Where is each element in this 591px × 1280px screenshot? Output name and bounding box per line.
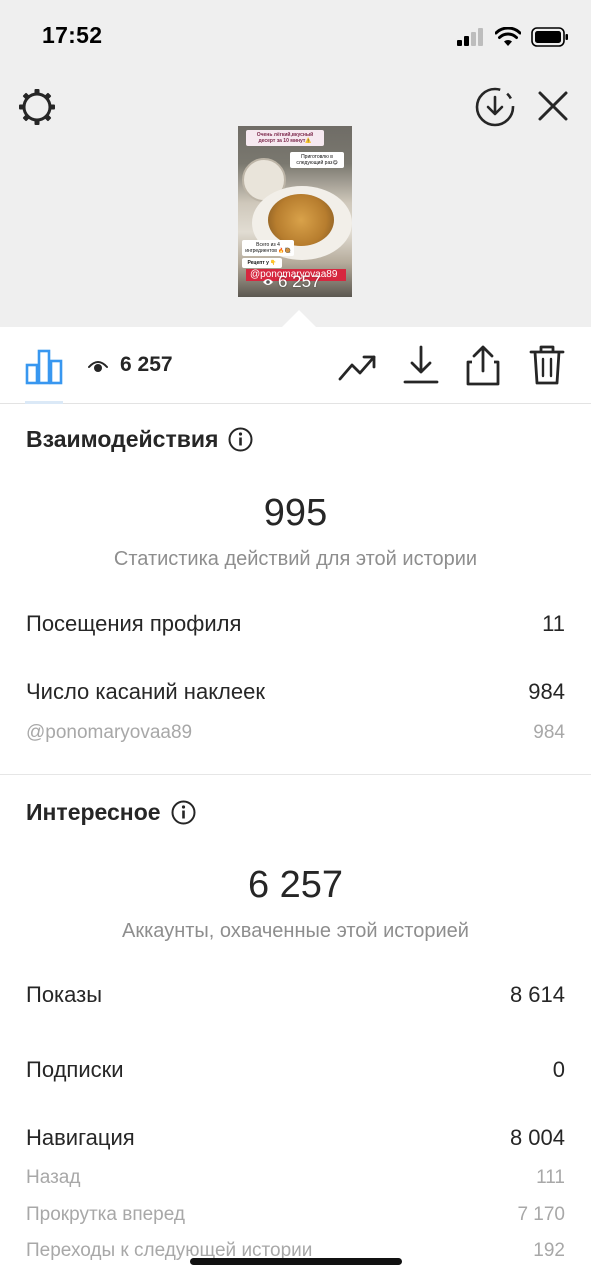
signal-icon [457,28,483,46]
views-count: 6 257 [120,353,173,376]
profile-visits-value: 11 [542,611,565,636]
bar-chart-icon[interactable] [25,347,63,385]
thumbnail-views-count: 6 257 [278,272,321,291]
trash-icon[interactable] [528,344,566,386]
save-download-icon[interactable] [402,344,440,386]
mention-sticker-label[interactable]: @ponomaryovaa89 [26,722,192,744]
impressions-value: 8 614 [509,982,565,1007]
discovery-section-title: Интересное [26,799,196,826]
next-story-value: 192 [533,1240,565,1261]
forward-label: Прокрутка вперед [26,1204,185,1225]
thumbnail-caption-right: Приготовлю в следующий раз😋 [290,152,344,168]
back-label: Назад [26,1167,81,1188]
thumbnail-caption-top: Очень лёгкий,вкусный десерт за 10 минут⚠… [246,130,324,146]
story-thumbnail[interactable]: Очень лёгкий,вкусный десерт за 10 минут⚠… [238,126,352,297]
status-icons [457,24,569,50]
reach-total: 6 257 [247,864,344,906]
forward-value: 7 170 [517,1204,565,1225]
active-tab-indicator [25,401,63,404]
trending-icon[interactable] [338,347,378,387]
close-icon[interactable] [536,89,570,123]
interactions-section-title: Взаимодействия [26,426,253,453]
section-divider [0,774,591,775]
eye-icon [88,361,108,372]
settings-gear-icon[interactable] [16,86,58,128]
follows-value: 0 [552,1057,565,1082]
interactions-title: Взаимодействия [26,426,219,452]
profile-visits-label: Посещения профиля [26,611,242,636]
sticker-taps-value: 984 [528,679,565,704]
back-value: 111 [536,1167,565,1188]
interactions-total: 995 [263,492,328,534]
navigation-label: Навигация [26,1125,135,1150]
thumbnail-dessert [268,194,334,246]
story-preview-area: 17:52 Очень лёгкий,вкусный десерт за 10 … [0,0,591,327]
reach-caption: Аккаунты, охваченные этой историей [122,920,469,942]
impressions-label: Показы [26,982,103,1007]
battery-icon [531,27,568,47]
sticker-taps-label: Число касаний наклеек [26,679,265,704]
info-icon[interactable] [228,427,253,452]
share-icon[interactable] [464,343,502,387]
mention-sticker-value: 984 [533,722,565,743]
interactions-caption: Статистика действий для этой истории [113,548,478,570]
status-time: 17:52 [42,22,103,48]
follows-label: Подписки [26,1057,124,1082]
wifi-icon [495,27,521,46]
eye-icon [263,279,273,285]
preview-pointer [282,310,316,327]
info-icon[interactable] [171,800,196,825]
insights-toolbar: 6 257 [0,327,591,404]
home-indicator[interactable] [190,1258,402,1265]
thumbnail-caption-bottom: Всего из 4 ингредиентов 🔥🥘 [242,240,294,256]
thumbnail-views: 6 257 [262,273,321,291]
thumbnail-caption-recipe: Рецепт у 👇 [242,258,282,268]
navigation-value: 8 004 [509,1125,565,1150]
download-circle-icon[interactable] [474,86,516,128]
discovery-title: Интересное [26,799,161,825]
status-bar: 17:52 [0,0,591,72]
